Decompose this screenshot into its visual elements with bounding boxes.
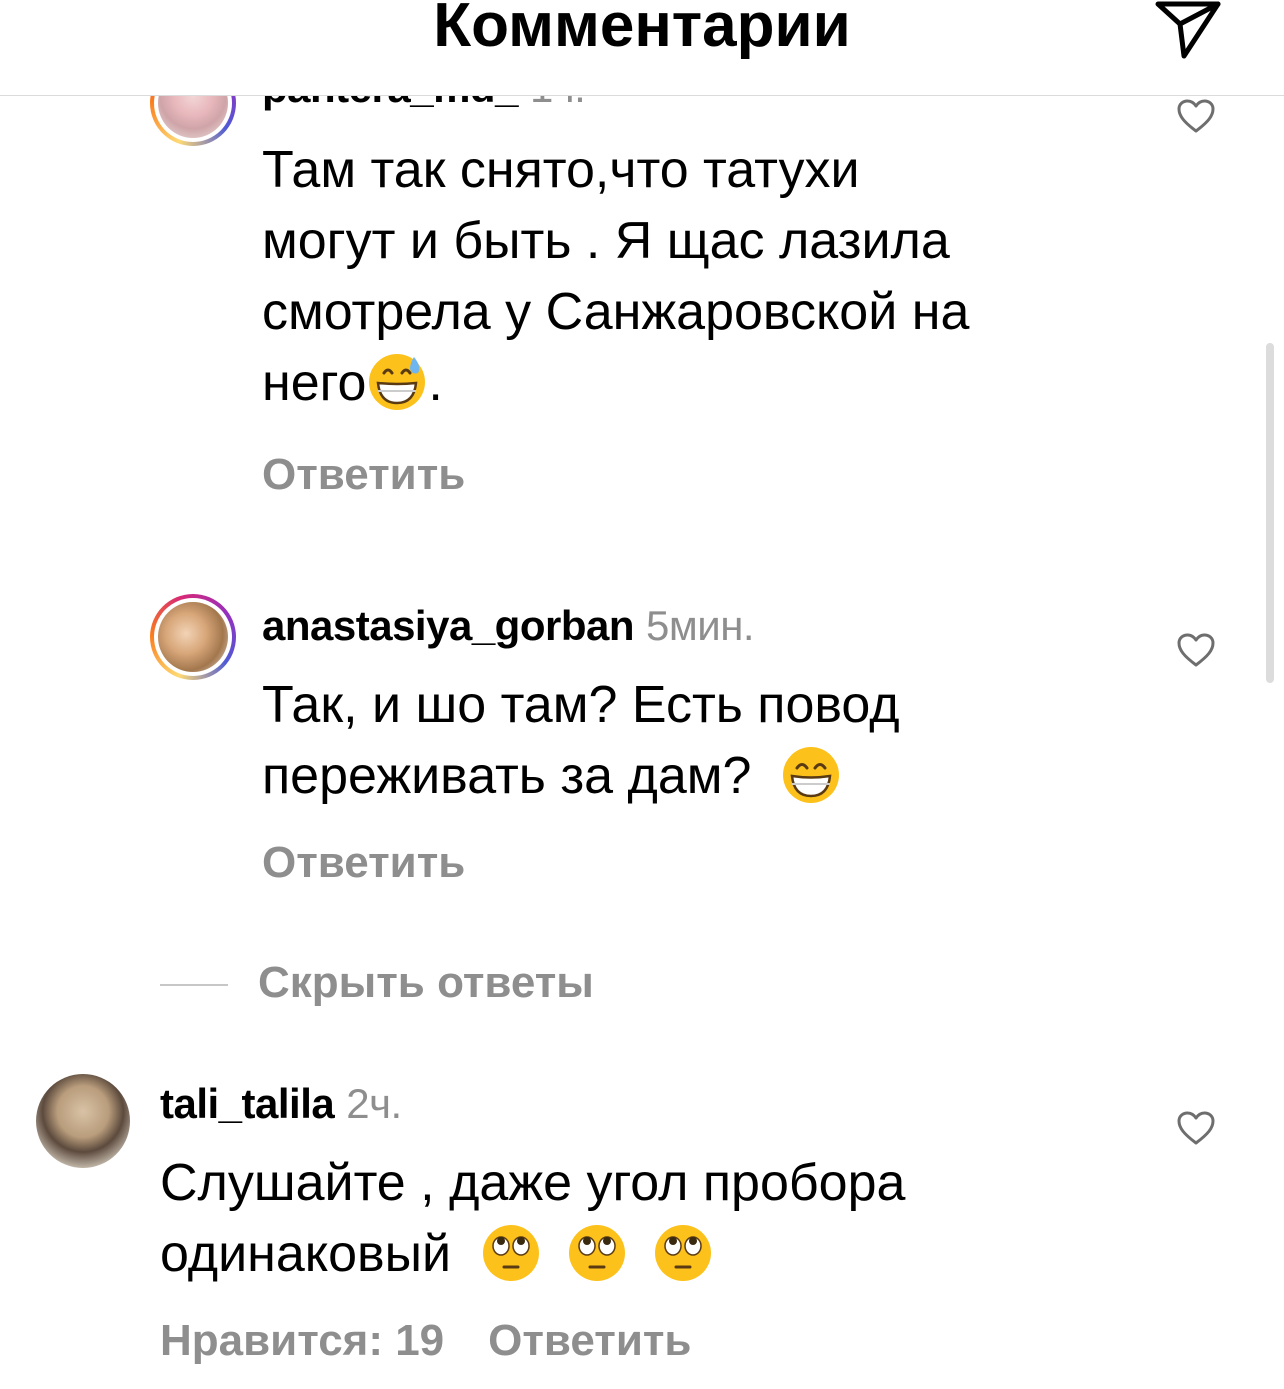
comment-line: могут и быть . Я щас лазила (262, 212, 950, 270)
grinning-face-with-sweat-icon (369, 354, 426, 411)
comment-line: переживать за дам? (262, 741, 1162, 812)
hide-replies-label[interactable]: Скрыть ответы (258, 958, 594, 1008)
reply-comment: anastasiya_gorban 5мин. Так, и шо там? Ес… (0, 580, 1284, 900)
comment-text: Там так снято,что татухи могут и быть . … (262, 135, 1162, 419)
face-with-rolling-eyes-icon (655, 1225, 712, 1282)
username-text[interactable]: anastasiya_gorban (262, 602, 635, 649)
likes-count[interactable]: Нравится: 19 (160, 1316, 444, 1365)
comment-line: Слушайте , даже угол пробора (160, 1154, 906, 1212)
heart-outline-icon[interactable] (1176, 1110, 1216, 1146)
avatar[interactable] (158, 602, 228, 672)
comments-header: Комментарии (0, 0, 1284, 96)
comment: tali_talila 2ч. Слушайте , даже угол проб… (0, 1058, 1284, 1389)
grinning-face-with-smiling-eyes-icon (782, 747, 839, 804)
reply-button[interactable]: Ответить (262, 838, 465, 888)
comment-time: 5мин. (646, 602, 755, 649)
heart-outline-icon[interactable] (1176, 632, 1216, 668)
comment-actions: Нравится: 19 Ответить (160, 1316, 691, 1366)
reply-button[interactable]: Ответить (488, 1316, 691, 1365)
avatar[interactable] (36, 1074, 130, 1168)
comment-line: него . (262, 348, 1162, 419)
divider (160, 984, 228, 986)
comment-username[interactable]: anastasiya_gorban 5мин. (262, 602, 755, 650)
comment-username[interactable]: tali_talila 2ч. (160, 1080, 402, 1128)
face-with-rolling-eyes-icon (569, 1225, 626, 1282)
comment-time: 2ч. (346, 1080, 402, 1127)
comment-line: Так, и шо там? Есть повод (262, 676, 900, 734)
reply-button[interactable]: Ответить (262, 450, 465, 500)
comment-text: Слушайте , даже угол пробора одинаковый (160, 1148, 1140, 1290)
paper-plane-icon[interactable] (1152, 0, 1224, 60)
comment-text: Так, и шо там? Есть повод переживать за … (262, 670, 1162, 812)
comment-line: смотрела у Санжаровской на (262, 283, 970, 341)
username-text[interactable]: tali_talila (160, 1080, 335, 1127)
scrollbar[interactable] (1266, 343, 1274, 683)
heart-outline-icon[interactable] (1176, 98, 1216, 134)
page-title: Комментарии (433, 0, 851, 60)
face-with-rolling-eyes-icon (482, 1225, 539, 1282)
comment-line: одинаковый (160, 1219, 1140, 1290)
hide-replies-button[interactable]: Скрыть ответы (160, 958, 860, 1018)
comment-line: Там так снято,что татухи (262, 141, 860, 199)
